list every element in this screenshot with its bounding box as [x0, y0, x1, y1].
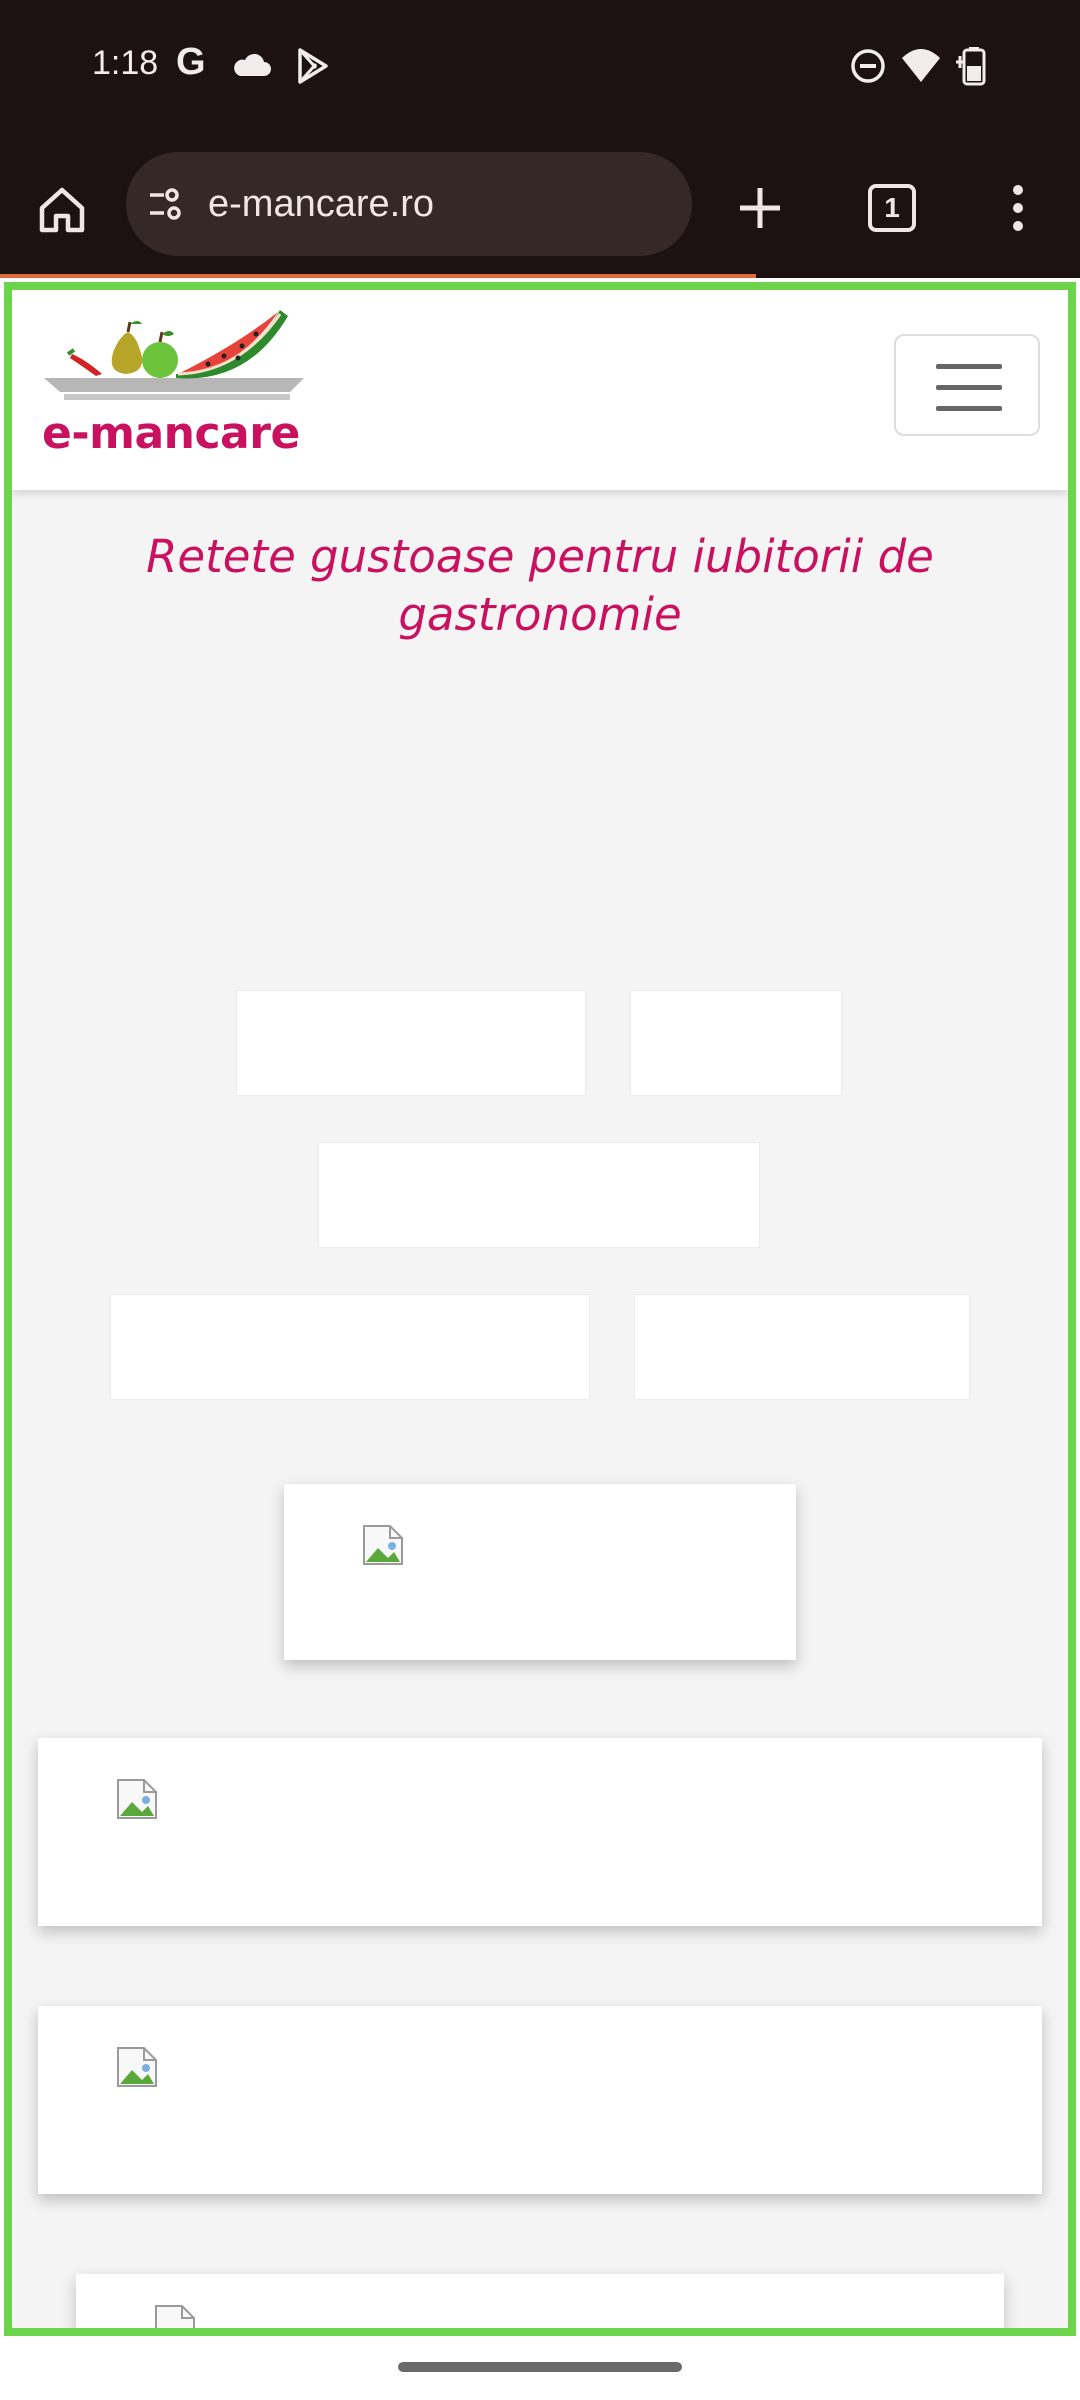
- logo-text: e-mancare: [42, 408, 300, 459]
- placeholder-box: [318, 1142, 760, 1248]
- hamburger-line: [936, 406, 1002, 411]
- recipe-card[interactable]: [38, 1738, 1042, 1926]
- more-menu-icon[interactable]: [1000, 176, 1036, 240]
- hamburger-line: [936, 385, 1002, 390]
- do-not-disturb-icon: [851, 49, 885, 83]
- placeholder-box: [236, 990, 586, 1096]
- battery-icon: [956, 47, 986, 86]
- google-g-icon: G: [176, 41, 206, 83]
- address-bar[interactable]: e-mancare.ro: [126, 152, 692, 256]
- tabs-button[interactable]: 1: [862, 178, 922, 238]
- hamburger-line: [936, 364, 1002, 369]
- tabs-icon: 1: [868, 184, 916, 232]
- browser-toolbar: e-mancare.ro 1: [0, 140, 1080, 278]
- broken-image-icon: [155, 2305, 195, 2328]
- placeholder-box: [110, 1294, 590, 1400]
- recipe-card[interactable]: [284, 1484, 796, 1660]
- page-load-progress: [0, 274, 756, 278]
- status-time: 1:18: [92, 44, 159, 82]
- status-bar: 1:18 G: [0, 0, 1080, 140]
- site-tagline: Retete gustoase pentru iubitorii de gast…: [146, 530, 934, 641]
- site-header: e-mancare: [12, 290, 1068, 490]
- broken-image-icon: [117, 2047, 157, 2087]
- site-logo[interactable]: e-mancare: [42, 304, 322, 474]
- logo-fruit-plate-icon: [44, 310, 304, 400]
- recipe-card[interactable]: [76, 2274, 1004, 2328]
- cloud-icon: [234, 53, 271, 76]
- placeholder-box: [634, 1294, 970, 1400]
- wifi-icon: [902, 49, 940, 82]
- home-button[interactable]: [32, 180, 92, 240]
- web-page: e-mancare Retete gustoase pentru iubitor…: [12, 290, 1068, 2328]
- new-tab-icon[interactable]: [728, 176, 792, 240]
- play-store-icon: [298, 48, 328, 84]
- broken-image-icon: [117, 1779, 157, 1819]
- placeholder-box: [630, 990, 842, 1096]
- nav-menu-toggle-button[interactable]: [894, 334, 1040, 436]
- site-settings-icon[interactable]: [146, 182, 190, 226]
- gesture-nav-bar[interactable]: [398, 2362, 682, 2372]
- recipe-card[interactable]: [38, 2006, 1042, 2194]
- url-text: e-mancare.ro: [208, 183, 434, 225]
- home-icon: [39, 187, 85, 233]
- broken-image-icon: [363, 1525, 403, 1565]
